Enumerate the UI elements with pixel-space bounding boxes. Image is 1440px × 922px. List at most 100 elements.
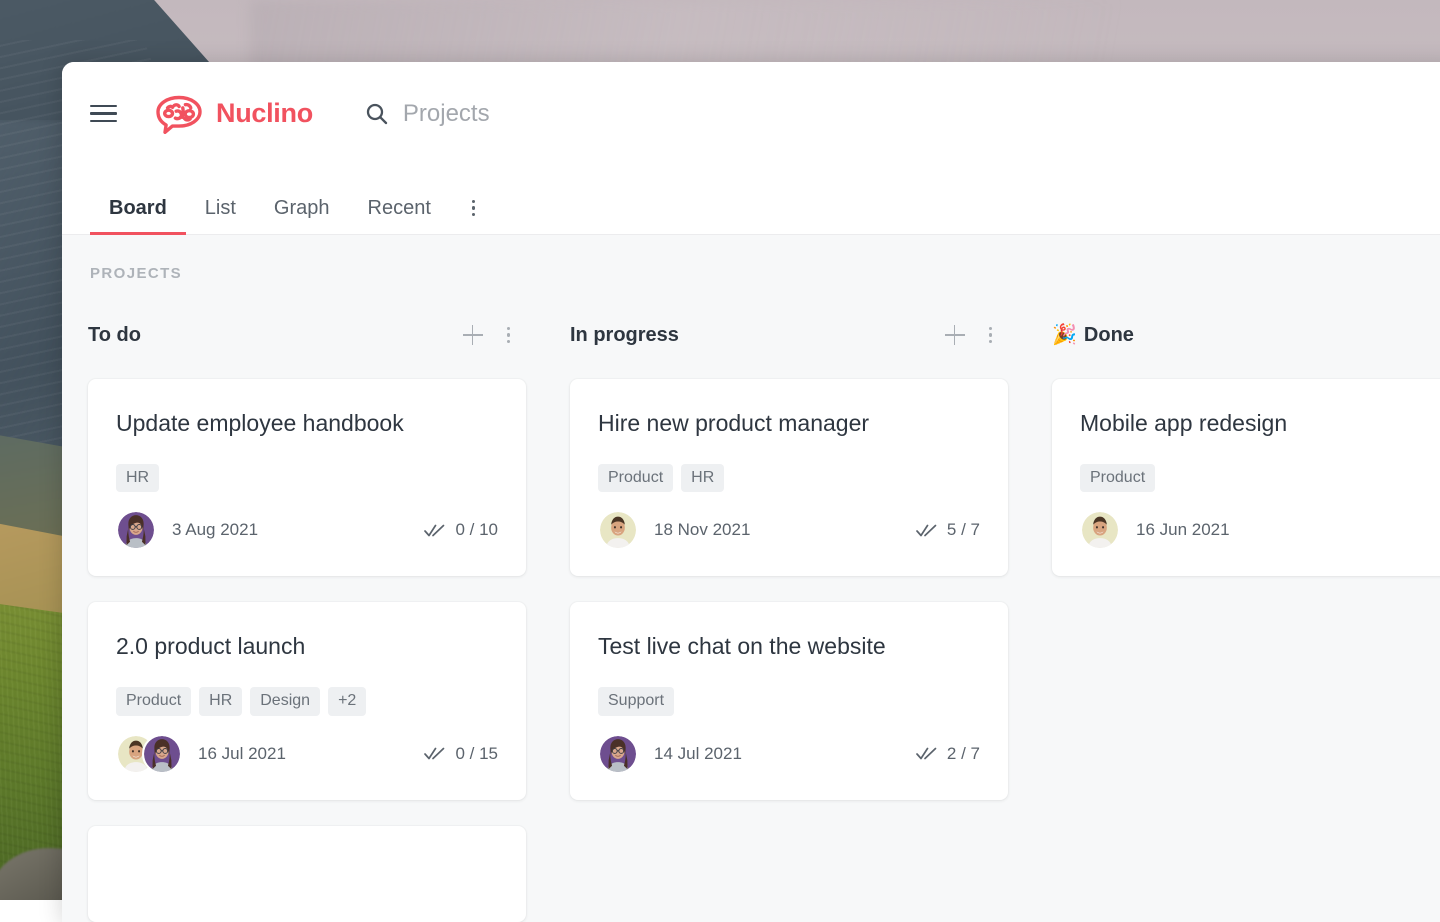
avatar[interactable]	[598, 733, 638, 774]
card-avatars	[598, 510, 638, 551]
search-placeholder: Projects	[402, 99, 490, 127]
search-icon	[366, 103, 388, 124]
card-tags: Product HR	[598, 463, 980, 493]
card-tag[interactable]: HR	[116, 463, 160, 493]
column-title-label: In progress	[570, 323, 679, 346]
card-avatars	[1080, 510, 1120, 551]
board-view: PROJECTS To do Update employee handbook …	[62, 235, 1440, 922]
card-tags: HR	[116, 463, 498, 493]
board-column-in-progress: In progress Hire new product manager Pro…	[570, 320, 1008, 922]
tab-list[interactable]: List	[186, 198, 255, 234]
column-more-options-button[interactable]	[988, 326, 992, 344]
board-columns: To do Update employee handbook HR 3 Aug …	[62, 320, 1440, 922]
card-title: Hire new product manager	[598, 410, 870, 436]
party-popper-icon: 🎉	[1052, 324, 1077, 346]
card-date: 18 Nov 2021	[654, 520, 751, 540]
card-tag[interactable]: Support	[598, 687, 675, 716]
column-more-options-button[interactable]	[506, 326, 510, 344]
column-title: 🎉 Done	[1052, 324, 1134, 347]
add-card-button[interactable]	[462, 325, 483, 345]
add-card-button[interactable]	[944, 325, 965, 345]
app-header: Nuclino Projects	[62, 62, 1440, 165]
card-tags: Product	[1080, 463, 1440, 493]
hamburger-menu-icon[interactable]	[90, 98, 122, 130]
tab-label: Graph	[273, 197, 330, 219]
column-header: 🎉 Done	[1052, 320, 1440, 350]
card-progress: 0 / 10	[424, 520, 498, 540]
avatar[interactable]	[598, 510, 638, 551]
tabs-more-options-button[interactable]	[450, 199, 490, 235]
card-avatars	[116, 733, 182, 774]
nuclino-app-window: Nuclino Projects Board List Graph Recent	[62, 62, 1440, 922]
card-tag[interactable]: HR	[681, 463, 725, 493]
board-card[interactable]: Update employee handbook HR 3 Aug 2021 0…	[88, 379, 526, 577]
hamburger-line	[90, 104, 117, 108]
card-footer: 16 Jun 2021	[1080, 510, 1440, 551]
card-avatars	[598, 733, 638, 774]
more-options-vertical-dots-icon	[471, 199, 476, 216]
avatar[interactable]	[142, 733, 182, 774]
card-title: Mobile app redesign	[1080, 410, 1288, 436]
column-title: To do	[88, 324, 141, 347]
tab-label: Board	[109, 197, 167, 219]
double-check-icon	[916, 524, 937, 537]
card-tags: Support	[598, 687, 980, 716]
card-progress-label: 0 / 10	[455, 520, 498, 540]
card-date: 3 Aug 2021	[172, 520, 259, 540]
view-tabs: Board List Graph Recent	[62, 165, 1440, 235]
board-section-label: PROJECTS	[90, 265, 183, 282]
card-progress: 0 / 15	[424, 744, 498, 764]
board-card[interactable]: Hire new product manager Product HR 18 N…	[570, 379, 1008, 577]
card-tag[interactable]: Product	[598, 463, 674, 493]
double-check-icon	[424, 747, 445, 760]
card-date: 16 Jul 2021	[198, 743, 286, 763]
card-footer: 3 Aug 2021 0 / 10	[116, 510, 498, 551]
card-date: 16 Jun 2021	[1136, 520, 1230, 540]
card-progress-label: 2 / 7	[946, 743, 980, 763]
card-footer: 18 Nov 2021 5 / 7	[598, 510, 980, 551]
double-check-icon	[916, 747, 937, 760]
card-tag[interactable]: Design	[250, 687, 321, 716]
board-column-done: 🎉 Done Mobile app redesign Product 16 Ju…	[1052, 320, 1440, 922]
double-check-icon	[424, 524, 445, 537]
column-header: To do	[88, 320, 526, 350]
card-progress-label: 0 / 15	[455, 743, 498, 763]
brand-logo-link[interactable]: Nuclino	[154, 94, 313, 134]
avatar[interactable]	[116, 510, 156, 551]
column-actions	[462, 325, 510, 345]
board-card[interactable]: Test live chat on the website Support 14…	[570, 602, 1008, 800]
tab-label: List	[204, 197, 236, 219]
card-avatars	[116, 510, 156, 551]
tab-recent[interactable]: Recent	[349, 198, 450, 234]
column-header: In progress	[570, 320, 1008, 350]
card-tags: Product HR Design +2	[116, 687, 498, 716]
card-footer: 16 Jul 2021 0 / 15	[116, 733, 498, 774]
card-tag-overflow[interactable]: +2	[328, 687, 367, 716]
card-tag[interactable]: Product	[116, 687, 192, 716]
column-title-label: Done	[1083, 323, 1134, 346]
tab-label: Recent	[367, 197, 431, 219]
column-actions	[944, 325, 992, 345]
tab-board[interactable]: Board	[90, 197, 186, 235]
card-title: Test live chat on the website	[598, 633, 886, 660]
board-card[interactable]: Mobile app redesign Product 16 Jun 2021	[1052, 379, 1440, 577]
column-title: In progress	[570, 324, 679, 347]
card-footer: 14 Jul 2021 2 / 7	[598, 733, 980, 774]
hamburger-line	[90, 119, 117, 123]
hamburger-line	[90, 112, 117, 115]
brand-name: Nuclino	[216, 98, 313, 128]
card-title: Update employee handbook	[116, 410, 404, 436]
search-input[interactable]: Projects	[365, 100, 490, 128]
card-tag[interactable]: HR	[199, 687, 243, 716]
board-column-to-do: To do Update employee handbook HR 3 Aug …	[88, 320, 526, 922]
card-progress: 5 / 7	[916, 520, 980, 540]
card-progress: 2 / 7	[916, 744, 980, 764]
card-tag[interactable]: Product	[1080, 463, 1156, 493]
tab-graph[interactable]: Graph	[255, 198, 349, 234]
board-card[interactable]	[88, 825, 526, 922]
card-progress-label: 5 / 7	[946, 520, 980, 540]
nuclino-brain-speech-bubble-logo	[156, 95, 202, 134]
avatar[interactable]	[1080, 510, 1120, 551]
board-card[interactable]: 2.0 product launch Product HR Design +2	[88, 602, 526, 800]
card-date: 14 Jul 2021	[654, 743, 742, 763]
